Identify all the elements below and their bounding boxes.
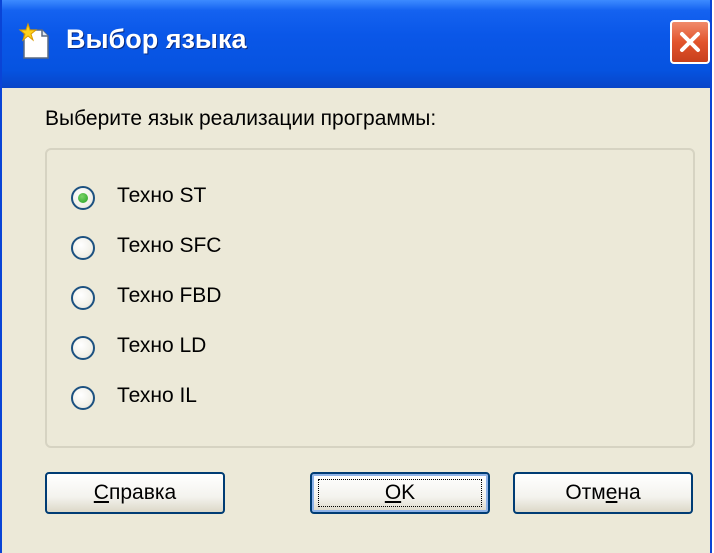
new-document-icon — [18, 22, 54, 62]
radio-label: Техно ST — [117, 184, 207, 207]
help-label: правка — [108, 481, 177, 504]
prompt-label: Выберите язык реализации программы: — [45, 107, 437, 130]
radio-label: Техно LD — [117, 334, 207, 357]
radio-button[interactable] — [71, 236, 95, 260]
close-button[interactable] — [670, 20, 710, 64]
radio-button[interactable] — [71, 336, 95, 360]
cancel-label-end: на — [617, 481, 641, 504]
help-mnemonic: С — [93, 481, 109, 504]
radio-label: Техно SFC — [117, 234, 222, 257]
radio-selected-dot — [78, 193, 88, 203]
cancel-mnemonic: е — [605, 481, 618, 504]
radio-button[interactable] — [71, 186, 95, 210]
help-button[interactable]: Справка — [45, 472, 225, 514]
cancel-button[interactable]: Отмена — [513, 472, 693, 514]
radio-label: Техно IL — [117, 384, 197, 407]
language-dialog: Выбор языка Выберите язык реализации про… — [0, 0, 712, 553]
radio-button[interactable] — [71, 386, 95, 410]
focus-rect — [318, 479, 482, 507]
close-icon — [680, 32, 700, 52]
cancel-label-start: Отм — [565, 481, 606, 504]
radio-button[interactable] — [71, 286, 95, 310]
ok-button[interactable]: ОK — [310, 472, 490, 514]
title-bar[interactable]: Выбор языка — [2, 0, 710, 88]
window-title: Выбор языка — [66, 24, 247, 54]
radio-label: Техно FBD — [117, 284, 222, 307]
